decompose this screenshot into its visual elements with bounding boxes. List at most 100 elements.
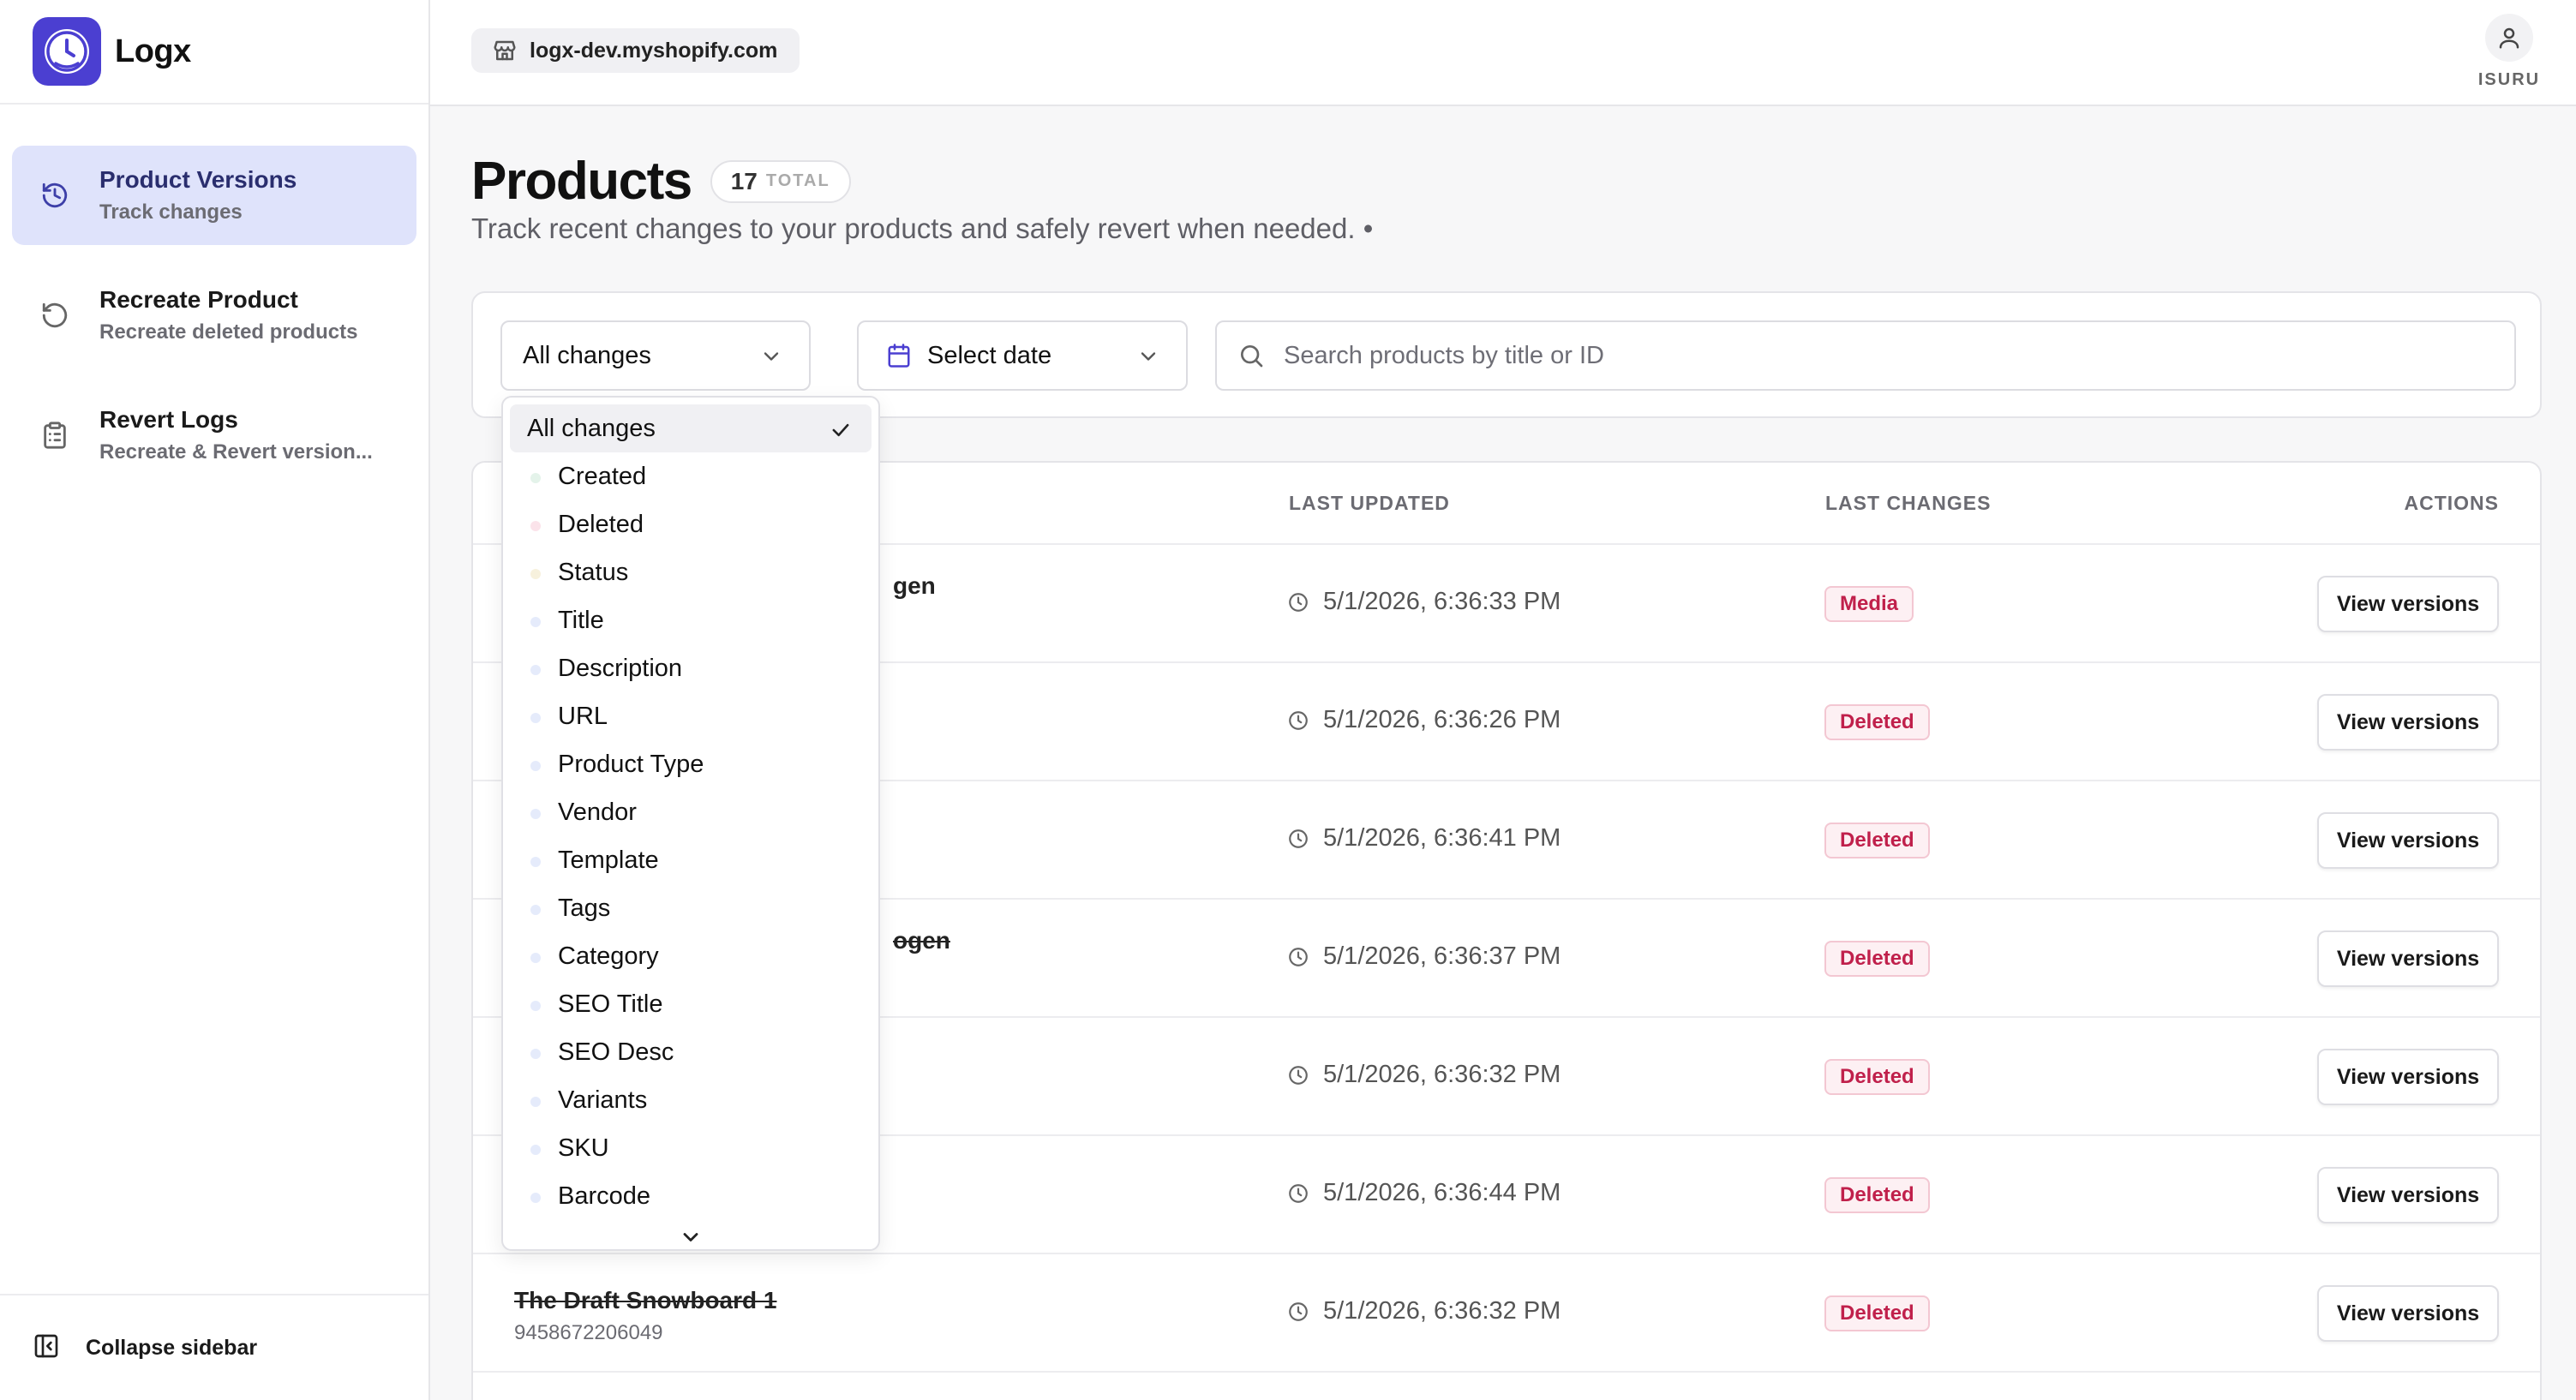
last-updated: 5/1/2026, 6:36:41 PM [1287, 824, 1561, 853]
topbar: logx-dev.myshopify.com ISURU [430, 0, 2576, 106]
sidebar-item-subtitle: Recreate deleted products [99, 320, 358, 344]
dropdown-option[interactable]: Template [510, 836, 872, 884]
total-count-badge: 17 TOTAL [710, 159, 851, 203]
dropdown-option[interactable]: URL [510, 692, 872, 740]
clock-icon [1289, 1301, 1308, 1321]
dropdown-option[interactable]: SEO Title [510, 980, 872, 1028]
chevron-down-icon [1141, 352, 1156, 361]
store-selector[interactable]: logx-dev.myshopify.com [471, 28, 800, 73]
page-subtitle: Track recent changes to your products an… [471, 212, 1374, 244]
sidebar: Logx Product Versions Track changes Recr… [0, 0, 430, 1400]
option-dot-icon [530, 569, 541, 579]
dropdown-option[interactable]: Description [510, 644, 872, 692]
last-updated: 5/1/2026, 6:36:32 PM [1287, 1061, 1561, 1089]
title-row: Products 17 TOTAL [471, 151, 851, 212]
change-badge: Deleted [1824, 1177, 1930, 1213]
rotate-ccw-icon [38, 298, 72, 332]
change-badge: Deleted [1824, 823, 1930, 859]
clock-icon [1289, 1183, 1308, 1203]
dropdown-option[interactable]: SEO Desc [510, 1028, 872, 1076]
last-updated: 5/1/2026, 6:36:33 PM [1287, 588, 1561, 616]
clock-icon [1289, 1065, 1308, 1085]
last-updated: 5/1/2026, 6:36:26 PM [1287, 706, 1561, 734]
dropdown-option[interactable]: Vendor [510, 788, 872, 836]
view-versions-button[interactable]: View versions [2317, 930, 2499, 987]
date-value: Select date [927, 341, 1052, 369]
page-title: Products [471, 152, 692, 211]
dropdown-option[interactable]: Created [510, 452, 872, 500]
option-dot-icon [530, 905, 541, 915]
option-dot-icon [530, 1145, 541, 1155]
change-badge: Deleted [1824, 1059, 1930, 1095]
sidebar-item-product-versions[interactable]: Product Versions Track changes [12, 146, 416, 245]
option-dot-icon [530, 857, 541, 867]
dropdown-option-label: Template [558, 846, 659, 874]
option-dot-icon [530, 1049, 541, 1059]
dropdown-option[interactable]: Category [510, 932, 872, 980]
product-name: gen [893, 572, 936, 599]
collapse-sidebar-label: Collapse sidebar [86, 1335, 258, 1360]
dropdown-option[interactable]: SKU [510, 1124, 872, 1172]
dropdown-option-label: Tags [558, 894, 611, 922]
sidebar-item-title: Revert Logs [99, 406, 238, 433]
sidebar-item-revert-logs[interactable]: Revert Logs Recreate & Revert version... [12, 386, 416, 485]
table-row: The Draft Snowboard 1 9458672206049 5/1/… [473, 1254, 2540, 1373]
history-icon [38, 178, 72, 212]
option-dot-icon [530, 809, 541, 819]
last-updated-text: 5/1/2026, 6:36:41 PM [1323, 824, 1561, 852]
dropdown-option[interactable]: Title [510, 596, 872, 644]
last-updated: 5/1/2026, 6:36:44 PM [1287, 1179, 1561, 1207]
view-versions-button[interactable]: View versions [2317, 694, 2499, 751]
dropdown-option[interactable]: Variants [510, 1076, 872, 1124]
search-icon [1241, 345, 1263, 368]
change-type-dropdown: All changes Created Deleted Status Title Des… [501, 396, 880, 1251]
change-type-select[interactable]: All changes [500, 320, 811, 391]
option-dot-icon [530, 713, 541, 723]
dropdown-option[interactable]: Barcode [510, 1172, 872, 1220]
search-input[interactable] [1284, 341, 2483, 370]
dropdown-option-label: URL [558, 702, 608, 730]
last-updated-text: 5/1/2026, 6:36:33 PM [1323, 588, 1561, 615]
search-box [1215, 320, 2516, 391]
dropdown-option-label: All changes [527, 414, 656, 442]
clock-icon [1289, 829, 1308, 848]
last-updated-text: 5/1/2026, 6:36:26 PM [1323, 706, 1561, 733]
option-dot-icon [530, 665, 541, 675]
scroll-down-chevron-icon[interactable] [510, 1220, 872, 1254]
dropdown-option-label: Description [558, 654, 683, 682]
total-count-label: TOTAL [765, 171, 830, 190]
column-header-last-updated: LAST UPDATED [1289, 492, 1450, 514]
user-menu[interactable]: ISURU [2471, 14, 2547, 90]
dropdown-option-label: SKU [558, 1134, 609, 1162]
view-versions-button[interactable]: View versions [2317, 1285, 2499, 1342]
dropdown-option-label: Vendor [558, 798, 637, 826]
change-type-value: All changes [523, 341, 651, 369]
sidebar-nav: Product Versions Track changes Recreate … [0, 105, 428, 485]
dropdown-option[interactable]: Status [510, 548, 872, 596]
view-versions-button[interactable]: View versions [2317, 1049, 2499, 1105]
dropdown-option[interactable]: Product Type [510, 740, 872, 788]
sidebar-item-recreate-product[interactable]: Recreate Product Recreate deleted produc… [12, 266, 416, 365]
dropdown-option-all-changes[interactable]: All changes [510, 404, 872, 452]
store-icon [494, 40, 516, 61]
logx-logo-icon [33, 17, 101, 86]
clock-icon [1289, 947, 1308, 966]
option-dot-icon [530, 521, 541, 531]
date-select[interactable]: Select date [857, 320, 1188, 391]
view-versions-button[interactable]: View versions [2317, 812, 2499, 869]
collapse-sidebar-button[interactable]: Collapse sidebar [0, 1294, 428, 1400]
store-domain: logx-dev.myshopify.com [530, 38, 778, 63]
option-dot-icon [530, 1097, 541, 1107]
chevron-down-icon [764, 352, 779, 361]
change-badge: Media [1824, 586, 1914, 622]
panel-left-close-icon [33, 1332, 60, 1364]
dropdown-option[interactable]: Deleted [510, 500, 872, 548]
dropdown-option[interactable]: Tags [510, 884, 872, 932]
sidebar-item-title: Recreate Product [99, 286, 298, 313]
product-name: The Draft Snowboard 1 [514, 1287, 777, 1313]
dropdown-option-label: Barcode [558, 1182, 651, 1210]
last-updated: 5/1/2026, 6:36:32 PM [1287, 1297, 1561, 1325]
view-versions-button[interactable]: View versions [2317, 576, 2499, 632]
calendar-icon [888, 344, 910, 368]
view-versions-button[interactable]: View versions [2317, 1167, 2499, 1224]
